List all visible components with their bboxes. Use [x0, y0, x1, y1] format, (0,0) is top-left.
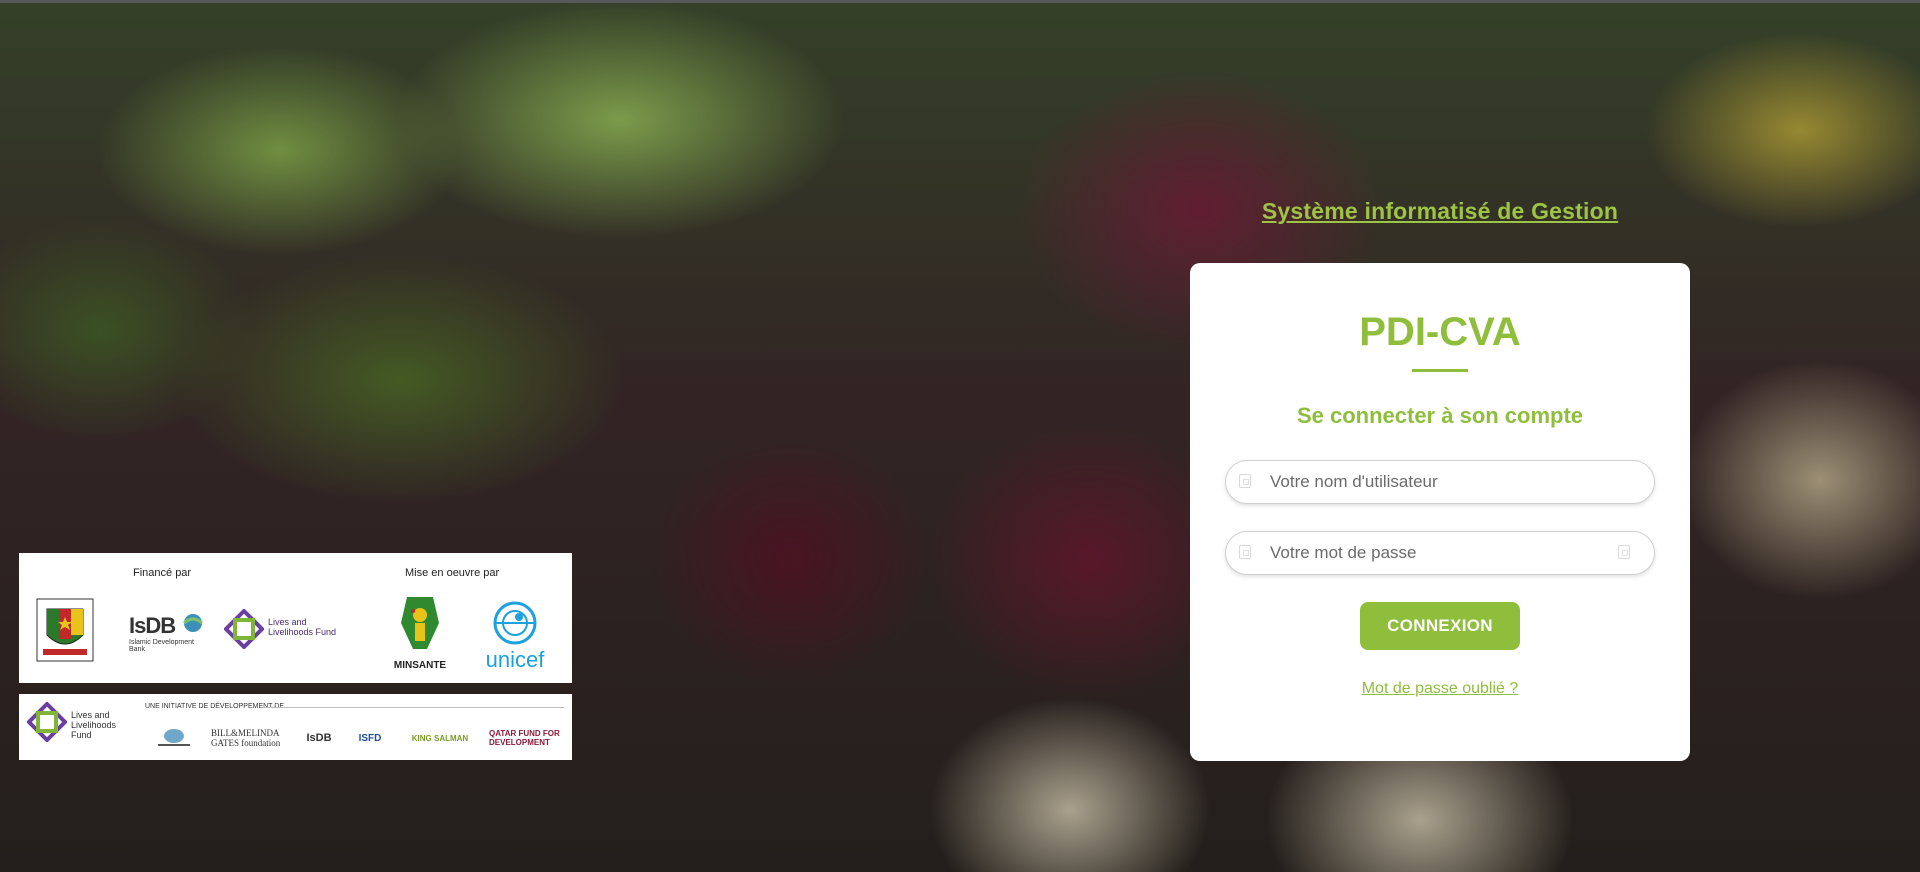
llf-name-small: Lives and Livelihoods Fund [71, 710, 117, 740]
unicef-logo: unicef [479, 601, 551, 673]
app-title: PDI-CVA [1359, 310, 1521, 354]
partner-logo-4: ISFD [358, 732, 382, 744]
eye-icon[interactable] [1618, 545, 1630, 559]
system-title: Système informatisé de Gestion [1261, 198, 1619, 224]
minsante-logo: MINSANTE [387, 593, 453, 671]
username-input[interactable] [1270, 461, 1630, 503]
password-field[interactable] [1225, 531, 1655, 575]
login-button[interactable]: CONNEXION [1360, 602, 1520, 650]
unicef-emblem [493, 601, 537, 645]
implemented-by-label: Mise en oeuvre par [405, 567, 500, 579]
isdb-logo: IsDB Islamic Development Bank [129, 613, 209, 661]
login-card: PDI-CVA Se connecter à son compte CONNEX… [1190, 263, 1690, 761]
isdb-globe-icon [182, 614, 203, 632]
lives-livelihoods-fund-logo-small: Lives and Livelihoods Fund [26, 701, 127, 748]
funded-by-label: Financé par [133, 567, 192, 579]
partner-logo-6: QATAR FUND FOR DEVELOPMENT [489, 729, 560, 747]
forgot-password-link[interactable]: Mot de passe oublié ? [1190, 680, 1690, 698]
isdb-mark: IsDB [129, 613, 176, 638]
initiative-divider [264, 707, 564, 708]
partner-logo-2: BILL&MELINDA GATES foundation [211, 728, 281, 748]
lives-livelihoods-fund-logo: Lives and Livelihoods Fund [223, 608, 344, 657]
top-border [0, 0, 1920, 3]
partner-logo-3: IsDB [306, 732, 332, 744]
llf-knot-icon [26, 701, 68, 743]
abu-dhabi-fund-emblem [158, 729, 190, 746]
partner-logo-1 [143, 724, 205, 752]
sponsor-banner: Financé par Mise en oeuvre par IsDB Isla… [19, 553, 572, 683]
username-field[interactable] [1225, 460, 1655, 504]
login-subtitle: Se connecter à son compte [1296, 403, 1584, 428]
llf-knot-icon [223, 608, 265, 650]
isdb-subtitle: Islamic Development Bank [129, 639, 194, 653]
llf-name: Lives and Livelihoods Fund [268, 617, 337, 637]
password-input[interactable] [1270, 532, 1630, 574]
title-divider [1412, 369, 1468, 372]
unicef-name: unicef [485, 647, 545, 672]
user-icon [1239, 474, 1251, 488]
partners-banner: Lives and Livelihoods Fund UNE INITIATIV… [19, 694, 572, 760]
minsante-emblem [401, 597, 439, 649]
lock-icon [1239, 545, 1251, 559]
partner-logo-5: KING SALMAN [411, 733, 469, 743]
cameroon-coat-of-arms-logo [36, 598, 94, 662]
minsante-name: MINSANTE [393, 660, 447, 671]
login-page: Système informatisé de Gestion PDI-CVA S… [0, 0, 1920, 872]
